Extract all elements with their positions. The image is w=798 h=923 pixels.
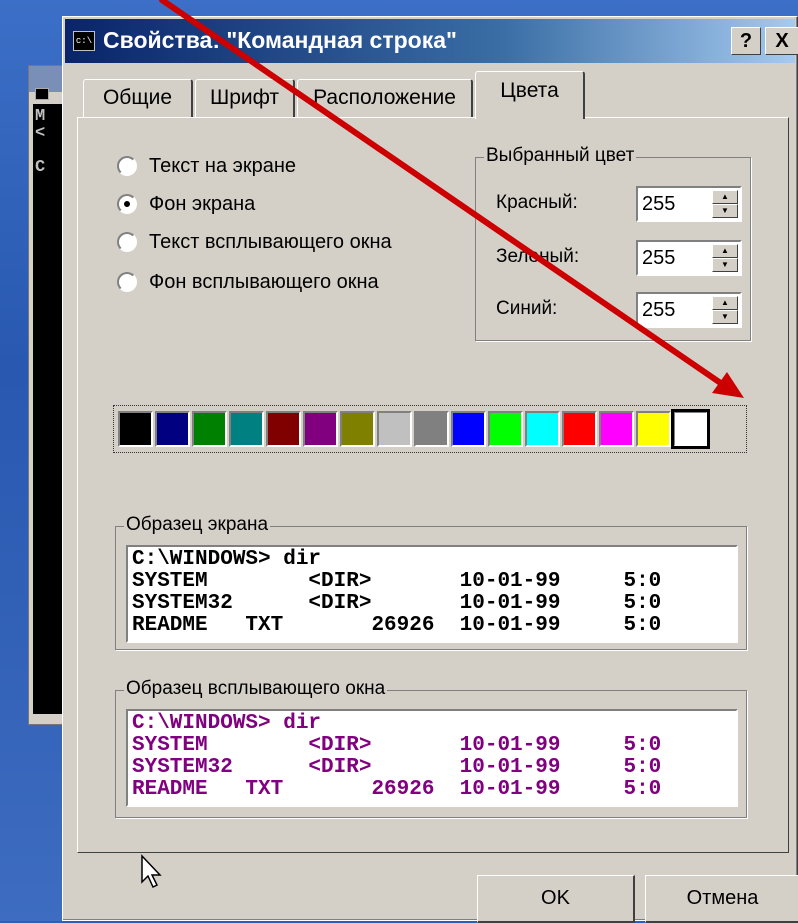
annotation-arrow-icon <box>159 0 744 398</box>
tab-colors[interactable]: Цвета <box>475 71 585 119</box>
